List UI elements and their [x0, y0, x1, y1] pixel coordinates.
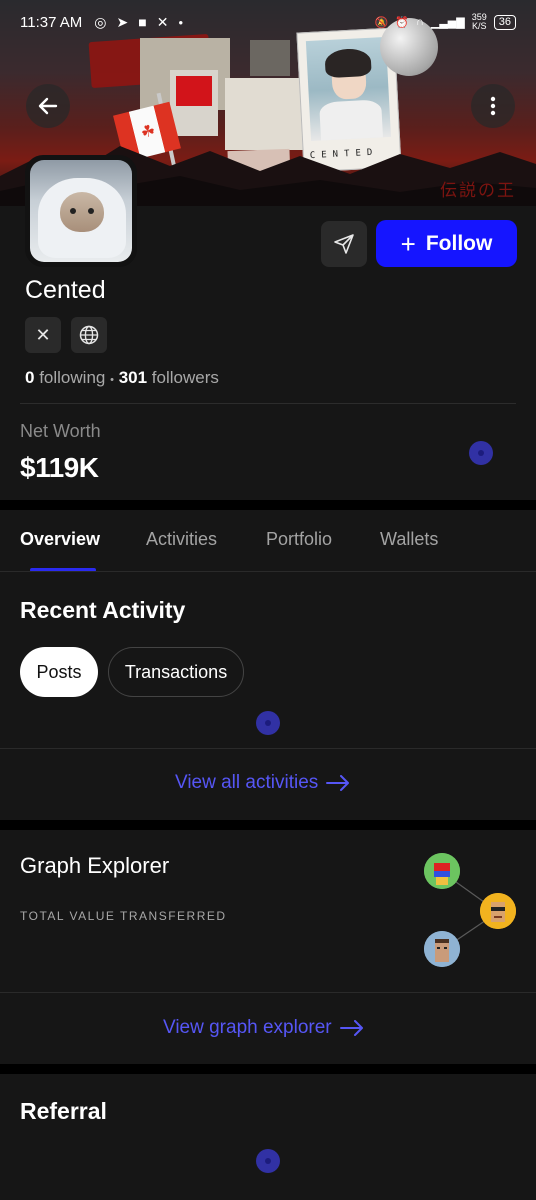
- recent-activity-title: Recent Activity: [20, 597, 186, 623]
- whatsapp-icon: ◎: [94, 13, 107, 30]
- graph-explorer-title: Graph Explorer: [20, 853, 170, 878]
- banner-japanese-text: 伝説の王: [440, 181, 516, 201]
- tabs-divider: [0, 571, 536, 572]
- graph-node-avatar[interactable]: [424, 853, 460, 889]
- signal-icon: ▁▃▅▇: [430, 16, 465, 29]
- status-bar: 11:37 AM ◎ ➤ ■ ✕ ● 🔕 ⏰ ∩ ▁▃▅▇ 359 K/S 36: [0, 0, 536, 44]
- separator: •: [110, 374, 114, 386]
- video-icon: ■: [138, 14, 147, 30]
- tab-activities[interactable]: Activities: [146, 529, 217, 550]
- x-icon: ✕: [35, 324, 51, 345]
- avatar[interactable]: [25, 155, 137, 267]
- alarm-icon: ⏰: [395, 16, 409, 29]
- telegram-icon: ➤: [116, 13, 129, 30]
- view-all-activities-label: View all activities: [175, 772, 319, 793]
- following-label[interactable]: following: [39, 368, 105, 387]
- tab-overview[interactable]: Overview: [20, 529, 100, 550]
- x-link-button[interactable]: ✕: [25, 317, 61, 353]
- banner-collage-photo: [250, 40, 290, 76]
- globe-icon: [79, 325, 99, 345]
- x-icon: ✕: [156, 13, 169, 30]
- tab-portfolio[interactable]: Portfolio: [266, 529, 332, 550]
- profile-name: Cented: [25, 276, 106, 304]
- battery-indicator: 36: [493, 14, 516, 30]
- view-graph-explorer-link[interactable]: View graph explorer: [163, 1017, 364, 1039]
- cat-avatar-image: [30, 160, 132, 262]
- following-count[interactable]: 0: [25, 368, 34, 387]
- filter-posts[interactable]: Posts: [20, 647, 98, 697]
- follow-stats: 0 following • 301 followers: [25, 368, 219, 388]
- graph-explorer-subtitle: TOTAL VALUE TRANSFERRED: [20, 909, 227, 923]
- back-button[interactable]: [26, 84, 70, 128]
- net-worth-value: $119K: [20, 452, 99, 483]
- arrow-right-icon: [339, 1020, 363, 1036]
- follow-button[interactable]: + Follow: [376, 220, 517, 267]
- more-options-button[interactable]: [471, 84, 515, 128]
- view-graph-explorer-label: View graph explorer: [163, 1017, 332, 1038]
- status-time: 11:37 AM: [20, 13, 83, 31]
- graph-node-avatar[interactable]: [480, 893, 516, 929]
- arrow-left-icon: [38, 97, 58, 115]
- loading-spinner: [256, 1149, 280, 1173]
- referral-title: Referral: [20, 1098, 107, 1124]
- divider: [20, 403, 516, 404]
- more-vertical-icon: [490, 96, 496, 116]
- plus-icon: +: [400, 228, 416, 259]
- dot-icon: ●: [178, 17, 184, 27]
- send-message-button[interactable]: [321, 221, 367, 267]
- arrow-right-icon: [326, 775, 350, 791]
- view-all-activities-link[interactable]: View all activities: [175, 772, 350, 794]
- tab-wallets[interactable]: Wallets: [380, 529, 438, 550]
- graph-node-avatar[interactable]: [424, 931, 460, 967]
- headset-icon: ∩: [415, 16, 424, 28]
- net-worth-label: Net Worth: [20, 421, 101, 441]
- loading-spinner: [256, 711, 280, 735]
- loading-spinner: [469, 441, 493, 465]
- referral-card: [0, 1074, 536, 1200]
- follow-button-label: Follow: [425, 231, 493, 255]
- website-link-button[interactable]: [71, 317, 107, 353]
- send-icon: [334, 234, 354, 254]
- mute-icon: 🔕: [374, 16, 389, 29]
- followers-label[interactable]: followers: [152, 368, 219, 387]
- followers-count[interactable]: 301: [119, 368, 147, 387]
- filter-transactions[interactable]: Transactions: [108, 647, 244, 697]
- network-speed: 359 K/S: [471, 12, 487, 31]
